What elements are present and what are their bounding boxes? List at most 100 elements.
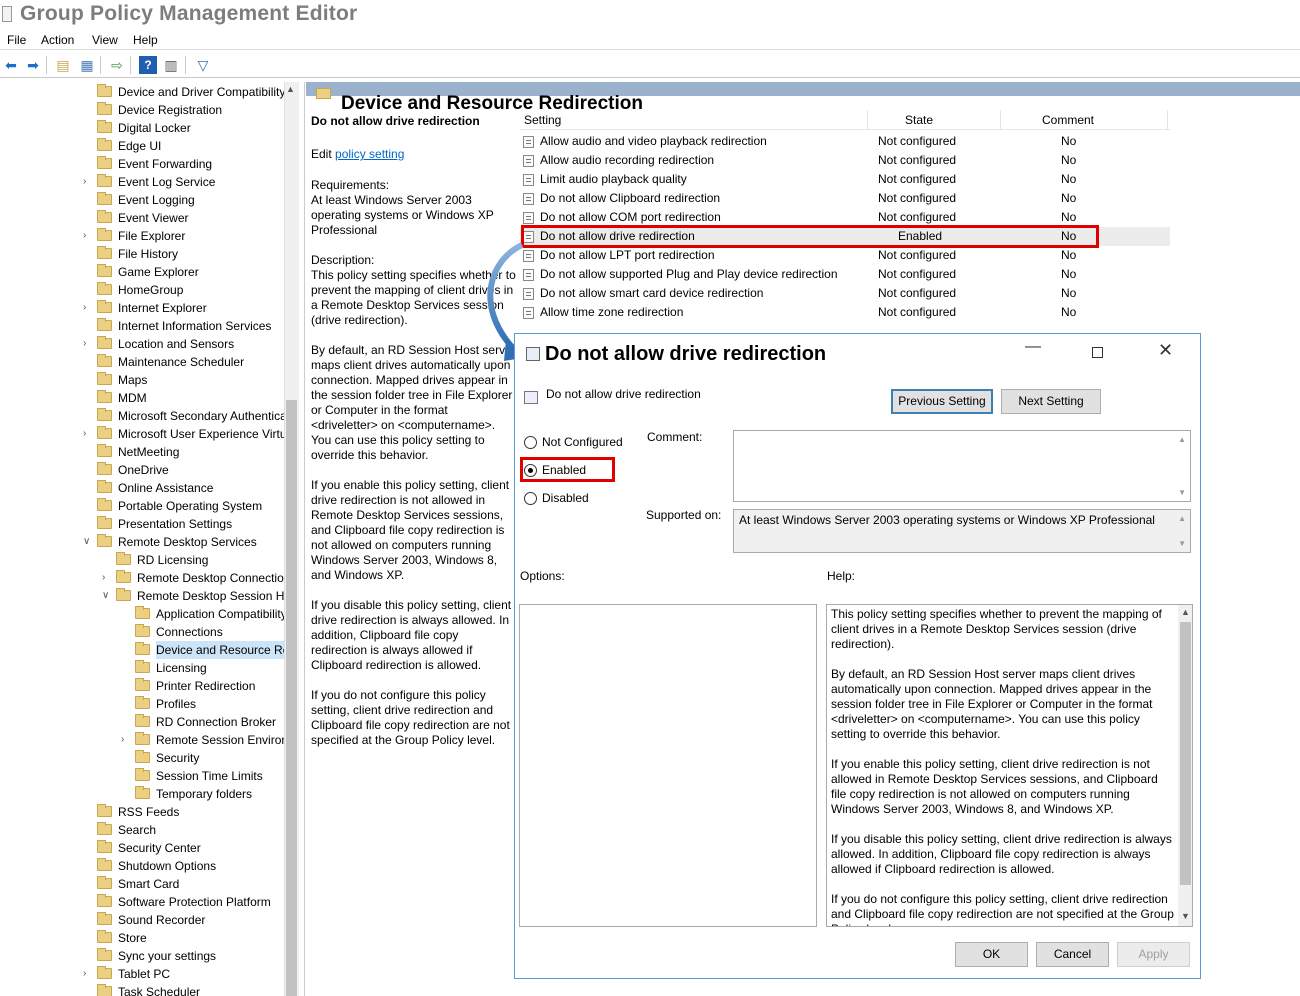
properties-icon[interactable]: ▥ [162,56,180,74]
tree-item-label: Presentation Settings [118,517,233,531]
folder-icon [97,120,112,133]
table-row[interactable]: Allow audio recording redirection Not con… [520,151,1170,170]
app-icon [2,6,12,22]
chevron-right-icon[interactable]: › [83,965,93,983]
scroll-down-icon[interactable]: ▼ [1178,539,1186,548]
chevron-down-icon[interactable]: ∨ [83,533,93,551]
radio-disabled-circle[interactable] [524,492,537,505]
scroll-up-icon[interactable]: ▲ [1178,435,1186,444]
close-icon[interactable]: ✕ [1158,340,1173,361]
scroll-down-icon[interactable]: ▼ [1178,488,1186,497]
setting-name: Do not allow smart card device redirecti… [540,286,764,300]
setting-name: Allow audio recording redirection [540,153,715,167]
table-row[interactable]: Allow time zone redirection Not configure… [520,303,1170,322]
help-p3: If you enable this policy setting, clien… [831,757,1158,816]
comment-textarea[interactable]: ▲ ▼ [733,430,1191,502]
table-row[interactable]: Allow audio and video playback redirecti… [520,132,1170,151]
supported-on-label: Supported on: [646,508,722,522]
pane-splitter[interactable] [300,82,305,996]
setting-name: Do not allow Clipboard redirection [540,191,721,205]
export-list-icon[interactable]: ⇨ [108,56,126,74]
policy-setting-icon [523,136,534,148]
folder-icon [97,192,112,205]
tree-item-label: Store [118,931,147,945]
forward-arrow-icon[interactable]: ➡ [24,56,42,74]
column-state[interactable]: State [905,113,933,127]
setting-name: Do not allow LPT port redirection [540,248,715,262]
folder-icon [97,300,112,313]
previous-setting-button[interactable]: Previous Setting [891,389,993,414]
chevron-right-icon[interactable]: › [83,227,93,245]
folder-icon [97,894,112,907]
folder-icon [97,444,112,457]
chevron-down-icon[interactable]: ∨ [102,587,112,605]
folder-icon [135,660,150,673]
description-p5: If you do not configure this policy sett… [311,688,510,747]
setting-state: Not configured [878,191,957,205]
ok-button[interactable]: OK [955,942,1028,967]
setting-state: Not configured [878,305,957,319]
tree-item-label: Device Registration [118,103,223,117]
tree-item-label: RD Connection Broker [156,715,277,729]
chevron-right-icon[interactable]: › [83,299,93,317]
menu-action[interactable]: Action [41,33,74,47]
filter-icon[interactable]: ▽ [194,56,212,74]
cancel-button[interactable]: Cancel [1036,942,1109,967]
table-row[interactable]: Limit audio playback quality Not configur… [520,170,1170,189]
folder-icon [97,534,112,547]
minimize-icon[interactable]: — [1025,338,1041,356]
folder-icon [97,210,112,223]
folder-icon [97,858,112,871]
setting-comment: No [1061,172,1077,186]
maximize-icon[interactable] [1092,347,1103,358]
menu-help[interactable]: Help [133,33,158,47]
setting-comment: No [1061,267,1077,281]
chevron-right-icon[interactable]: › [83,425,93,443]
tree-scrollbar-thumb[interactable] [286,400,297,996]
setting-comment: No [1061,191,1077,205]
setting-comment: No [1061,286,1077,300]
back-arrow-icon[interactable]: ⬅ [2,56,20,74]
table-row[interactable]: Do not allow supported Plug and Play dev… [520,265,1170,284]
chevron-right-icon[interactable]: › [121,731,131,749]
chevron-right-icon[interactable]: › [83,335,93,353]
up-folder-icon[interactable]: ▤ [54,56,72,74]
folder-icon [97,408,112,421]
chevron-right-icon[interactable]: › [102,569,112,587]
next-setting-button[interactable]: Next Setting [1001,389,1101,414]
radio-not-configured-circle[interactable] [524,436,537,449]
help-icon[interactable]: ? [139,56,157,74]
folder-icon [97,462,112,475]
chevron-right-icon[interactable]: › [83,173,93,191]
setting-name: Limit audio playback quality [540,172,687,186]
tree-item-label: Edge UI [118,139,162,153]
comment-label: Comment: [647,430,703,444]
tree-item-label: Session Time Limits [156,769,263,783]
folder-icon [97,804,112,817]
column-comment[interactable]: Comment [1042,113,1094,127]
help-scrollbar-thumb[interactable] [1180,622,1191,885]
folder-icon [135,714,150,727]
folder-icon [97,156,112,169]
scroll-up-icon[interactable]: ▲ [286,84,295,94]
menu-file[interactable]: File [7,33,26,47]
table-row[interactable]: Do not allow LPT port redirection Not con… [520,246,1170,265]
table-row[interactable]: Do not allow Clipboard redirection Not co… [520,189,1170,208]
scroll-down-icon[interactable]: ▼ [1181,911,1190,921]
apply-button[interactable]: Apply [1117,942,1190,967]
folder-icon [97,948,112,961]
supported-on-box: At least Windows Server 2003 operating s… [733,509,1191,553]
scroll-up-icon[interactable]: ▲ [1181,607,1190,617]
scroll-up-icon[interactable]: ▲ [1178,514,1186,523]
column-setting[interactable]: Setting [524,113,561,127]
help-p5: If you do not configure this policy sett… [831,892,1174,926]
edit-policy-link[interactable]: policy setting [335,147,404,161]
table-row[interactable]: Do not allow smart card device redirecti… [520,284,1170,303]
row-highlight-box [521,225,1099,248]
folder-icon [97,912,112,925]
folder-icon [97,102,112,115]
folder-icon [97,246,112,259]
menu-view[interactable]: View [92,33,118,47]
show-hide-tree-icon[interactable]: ▦ [78,56,96,74]
folder-icon [97,498,112,511]
